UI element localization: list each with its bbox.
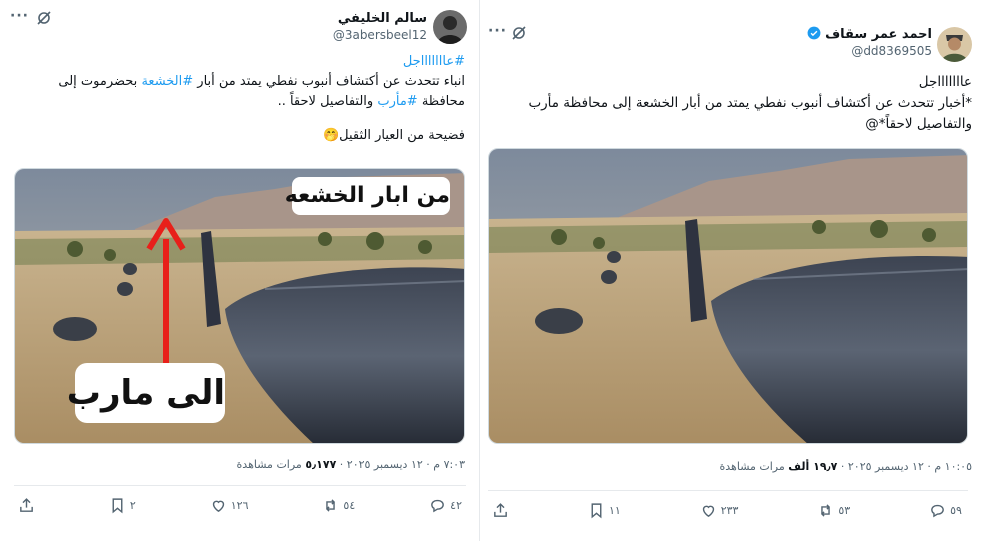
tweet-line-hashtag[interactable]: #عاااااااجل xyxy=(15,52,465,72)
reply-icon xyxy=(431,499,444,513)
tweet-line: *أخبار تتحدث عن أكتشاف أنبوب نفطي يمتد م… xyxy=(528,95,972,111)
repost-button[interactable]: ٥٤ xyxy=(322,497,355,514)
more-icon[interactable]: ··· xyxy=(10,8,29,24)
tweet-line: فضيحة من العيار الثقيل🤭 xyxy=(322,128,465,143)
tweet-line: والتفاصيل لاحقاً*@ xyxy=(865,116,972,132)
repost-count: ٥٤ xyxy=(343,499,356,512)
divider xyxy=(14,485,466,486)
timestamp[interactable]: ٧:٠٣ م · ١٢ ديسمبر ٢٠٢٥ · xyxy=(336,458,465,471)
like-count: ١٢٦ xyxy=(230,499,249,512)
author-name[interactable]: سالم الخليفي xyxy=(338,11,427,26)
image-label-bottom: الى مارب xyxy=(67,363,225,423)
tweet-text-part: انباء تتحدث عن أكتشاف أنبوب نفطي يمتد من… xyxy=(197,74,465,89)
reply-button[interactable]: ٤٢ xyxy=(429,497,462,514)
divider xyxy=(488,490,968,491)
tweet-text-part: بحضرموت إلى xyxy=(58,74,138,89)
like-button[interactable]: ١٢٦ xyxy=(210,497,249,514)
tweet-line: محافظة #مأرب والتفاصيل لاحقاً .. xyxy=(15,92,465,112)
tweet-meta: ٧:٠٣ م · ١٢ ديسمبر ٢٠٢٥ · ٥٫١٧٧ مرات مشا… xyxy=(237,458,465,471)
hashtag-link[interactable]: #الخشعة xyxy=(141,74,193,89)
bookmark-icon xyxy=(591,503,602,519)
bookmark-button[interactable]: ١١ xyxy=(588,502,621,519)
timestamp[interactable]: ١٠:٠٥ م · ١٢ ديسمبر ٢٠٢٥ · xyxy=(837,460,972,473)
tweet-image[interactable] xyxy=(488,148,968,444)
author-name-row: احمد عمر سقاف xyxy=(807,26,932,42)
view-count: ١٩٫٧ ألف xyxy=(788,460,838,473)
heart-icon xyxy=(212,500,224,513)
share-button[interactable] xyxy=(18,497,35,514)
more-icon[interactable]: ··· xyxy=(488,23,507,39)
tweet-line: عاااااااجل xyxy=(918,74,972,90)
action-bar: ١١ ٢٣٣ ٥٣ ٥٩ xyxy=(492,502,962,519)
like-count: ٢٣٣ xyxy=(720,504,739,517)
action-bar: ٢ ١٢٦ ٥٤ ٤٢ xyxy=(18,497,462,514)
hashtag-link[interactable]: #مأرب xyxy=(377,94,417,109)
repost-button[interactable]: ٥٣ xyxy=(817,502,850,519)
image-label-top: من ابار الخشعه xyxy=(285,177,450,215)
view-count: ٥٫١٧٧ xyxy=(305,458,337,471)
avatar[interactable] xyxy=(433,10,467,44)
avatar[interactable] xyxy=(937,27,972,62)
bookmark-count: ١١ xyxy=(608,504,621,517)
repost-icon xyxy=(326,499,336,512)
reply-count: ٥٩ xyxy=(950,504,962,517)
share-button[interactable] xyxy=(492,502,509,519)
reply-icon xyxy=(931,504,944,518)
tweet-text-part: محافظة xyxy=(421,94,465,109)
bookmark-button[interactable]: ٢ xyxy=(109,497,136,514)
heart-icon xyxy=(702,505,714,518)
share-icon xyxy=(20,498,33,512)
author-name[interactable]: احمد عمر سقاف xyxy=(825,27,932,42)
bookmark-icon xyxy=(112,498,123,514)
view-count-label: مرات مشاهدة xyxy=(719,460,785,473)
verified-badge-icon xyxy=(807,26,820,40)
tweet-line: انباء تتحدث عن أكتشاف أنبوب نفطي يمتد من… xyxy=(15,72,465,92)
like-button[interactable]: ٢٣٣ xyxy=(700,502,739,519)
view-count-label: مرات مشاهدة xyxy=(236,458,302,471)
tweet-card-left: سالم الخليفي @3abersbeel12 ··· #عااااااا… xyxy=(0,0,480,541)
reply-button[interactable]: ٥٩ xyxy=(929,502,962,519)
tweet-image[interactable]: من ابار الخشعه الى مارب xyxy=(14,168,465,444)
tweet-text-part: والتفاصيل لاحقاً .. xyxy=(277,94,374,109)
author-handle[interactable]: @dd8369505 xyxy=(851,44,932,58)
share-icon xyxy=(494,503,507,517)
repost-icon xyxy=(821,504,831,517)
repost-count: ٥٣ xyxy=(838,504,851,517)
tweet-meta: ١٠:٠٥ م · ١٢ ديسمبر ٢٠٢٥ · ١٩٫٧ ألف مرات… xyxy=(720,460,973,473)
tweet-card-right: احمد عمر سقاف @dd8369505 ··· عاااااااجل … xyxy=(480,0,990,541)
grok-slash-icon[interactable] xyxy=(35,9,53,27)
author-handle[interactable]: @3abersbeel12 xyxy=(333,28,427,42)
reply-count: ٤٢ xyxy=(450,499,462,512)
pipeline-photo xyxy=(489,149,967,443)
bookmark-count: ٢ xyxy=(129,499,136,512)
grok-slash-icon[interactable] xyxy=(510,24,528,42)
